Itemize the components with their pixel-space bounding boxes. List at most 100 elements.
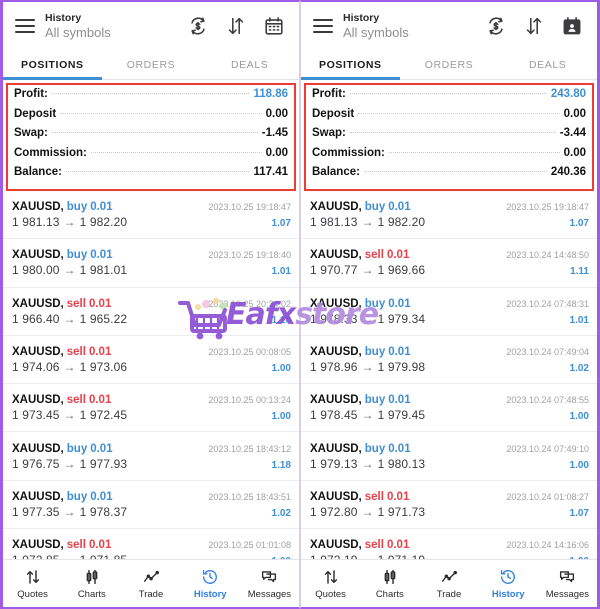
- deal-row[interactable]: XAUUSD,sell0.012023.10.25 01:01:081 972.…: [3, 529, 299, 559]
- header-title-block[interactable]: History All symbols: [343, 12, 485, 41]
- deal-row-bottom: 1 973.45 → 1 972.45 1.00: [12, 408, 291, 422]
- deal-row[interactable]: XAUUSD, sell 0.01 2023.10.25 00:08:05 1 974.…: [3, 335, 299, 385]
- deal-close-price: 1 980.13: [377, 456, 426, 471]
- dual-panel-screenshot: History All symbols POSITIONS ORDERS DEALS Pr…: [0, 0, 600, 609]
- deal-profit: 1.00: [569, 411, 589, 423]
- deal-time: 2023.10.25 19:18:40: [208, 250, 291, 261]
- currency-sync-icon[interactable]: [187, 15, 209, 37]
- deal-row-top: XAUUSD, sell 0.01 2023.10.25 20:34:02: [12, 298, 291, 310]
- deal-row-bottom: 1 977.35 → 1 978.37 1.02: [12, 505, 291, 519]
- summary-row: Deposit 0.00: [312, 108, 586, 128]
- deal-row[interactable]: XAUUSD,sell0.012023.10.24 14:16:061 972.…: [301, 529, 597, 559]
- messages-chat-icon: [558, 568, 576, 586]
- deal-time: 2023.10.25 18:43:12: [208, 443, 291, 454]
- nav-item-messages[interactable]: Messages: [538, 568, 597, 600]
- deal-volume: 0.01: [388, 442, 411, 455]
- nav-item-trade[interactable]: Trade: [121, 568, 180, 600]
- nav-label: Quotes: [17, 588, 48, 600]
- arrow-right-icon: →: [63, 456, 76, 471]
- deal-row[interactable]: XAUUSD, buy 0.01 2023.10.24 07:49:10 1 979.1…: [301, 432, 597, 481]
- deal-row[interactable]: XAUUSD, buy 0.01 2023.10.24 07:48:31 1 978.3…: [301, 287, 597, 336]
- summary-dot-leader: [388, 151, 560, 153]
- summary-dot-leader: [90, 151, 262, 153]
- summary-dot-leader: [358, 112, 560, 114]
- deal-symbol: XAUUSD,: [310, 346, 362, 358]
- deal-open-price: 1 966.40: [12, 311, 60, 326]
- deal-volume: 0.01: [90, 249, 113, 262]
- deal-row-top: XAUUSD, buy 0.01 2023.10.24 07:49:10: [310, 443, 589, 455]
- summary-row: Profit: 118.86: [14, 88, 288, 108]
- panel-left-account: History All symbols POSITIONS ORDERS DEALS Pr…: [0, 0, 300, 609]
- deal-close-price: 1 979.34: [377, 311, 426, 326]
- sort-arrows-icon[interactable]: [225, 15, 247, 37]
- nav-item-quotes[interactable]: Quotes: [3, 568, 62, 600]
- deal-row[interactable]: XAUUSD, buy 0.01 2023.10.25 18:43:51 1 977.3…: [3, 480, 299, 530]
- nav-item-messages[interactable]: Messages: [240, 568, 299, 600]
- nav-item-charts[interactable]: Charts: [360, 568, 419, 600]
- deal-row-bottom: 1 974.06 → 1 973.06 1.00: [12, 360, 291, 374]
- sort-arrows-icon[interactable]: [523, 15, 545, 37]
- hamburger-menu-icon[interactable]: [313, 19, 333, 33]
- summary-dot-leader: [60, 112, 262, 114]
- deal-row[interactable]: XAUUSD, buy 0.01 2023.10.25 19:18:47 1 981.1…: [301, 190, 597, 240]
- deal-side: buy: [364, 201, 386, 214]
- header-title-block[interactable]: History All symbols: [45, 12, 187, 41]
- deal-time: 2023.10.25 19:18:47: [208, 202, 291, 213]
- deal-prices: 1 977.35 → 1 978.37: [12, 505, 127, 519]
- summary-dot-leader: [349, 132, 556, 134]
- summary-row: Profit: 243.80: [312, 88, 586, 108]
- deal-time: 2023.10.24 07:48:31: [506, 298, 589, 309]
- trade-line-icon: [440, 568, 458, 586]
- deal-row[interactable]: XAUUSD, sell 0.01 2023.10.25 00:13:24 1 973.…: [3, 384, 299, 433]
- tab-orders[interactable]: ORDERS: [102, 50, 201, 79]
- tab-orders[interactable]: ORDERS: [400, 50, 499, 79]
- tab-positions[interactable]: POSITIONS: [301, 50, 400, 80]
- deal-prices: 1 978.96 → 1 979.98: [310, 360, 425, 374]
- nav-item-charts[interactable]: Charts: [62, 568, 121, 600]
- nav-item-history[interactable]: History: [479, 568, 538, 600]
- deal-open-price: 1 976.75: [12, 456, 60, 471]
- deal-side: buy: [66, 249, 88, 262]
- deal-volume: 0.01: [88, 297, 112, 310]
- deal-time: 2023.10.25 19:18:47: [506, 202, 589, 213]
- summary-label: Balance:: [312, 166, 360, 179]
- nav-label: Trade: [138, 588, 164, 600]
- deal-row[interactable]: XAUUSD, sell 0.01 2023.10.25 20:34:02 1 966.…: [3, 287, 299, 336]
- deal-row[interactable]: XAUUSD, buy 0.01 2023.10.24 07:49:04 1 978.9…: [301, 335, 597, 385]
- deal-profit: 1.01: [569, 314, 589, 326]
- nav-item-history[interactable]: History: [181, 568, 240, 600]
- deal-volume: 0.01: [90, 490, 113, 503]
- deal-side: buy: [364, 394, 386, 407]
- deal-row-top: XAUUSD, buy 0.01 2023.10.25 18:43:51: [12, 491, 291, 503]
- deal-row[interactable]: XAUUSD, sell 0.01 2023.10.24 01:08:27 1 972.…: [301, 480, 597, 530]
- deal-row[interactable]: XAUUSD, buy 0.01 2023.10.24 07:48:55 1 978.4…: [301, 384, 597, 433]
- tab-deals[interactable]: DEALS: [200, 50, 299, 79]
- summary-label: Commission:: [312, 146, 385, 159]
- currency-sync-icon[interactable]: [485, 15, 507, 37]
- deal-symbol: XAUUSD,: [310, 201, 362, 214]
- deal-row[interactable]: XAUUSD, buy 0.01 2023.10.25 18:43:12 1 976.7…: [3, 432, 299, 481]
- nav-label: Quotes: [315, 588, 346, 600]
- tab-deals[interactable]: DEALS: [498, 50, 597, 79]
- nav-item-trade[interactable]: Trade: [419, 568, 478, 600]
- deal-open-price: 1 972.80: [310, 504, 358, 519]
- deal-close-price: 1 969.66: [377, 263, 426, 278]
- deal-row[interactable]: XAUUSD, buy 0.01 2023.10.25 19:18:40 1 980.0…: [3, 239, 299, 288]
- deal-row[interactable]: XAUUSD, sell 0.01 2023.10.24 14:48:50 1 970.…: [301, 239, 597, 288]
- hamburger-menu-icon[interactable]: [15, 19, 35, 33]
- calendar-icon[interactable]: [263, 15, 285, 37]
- summary-dot-leader: [65, 171, 250, 173]
- deal-profit: 1.11: [570, 266, 589, 278]
- summary-value: -1.45: [261, 127, 288, 140]
- arrow-right-icon: →: [63, 504, 76, 519]
- summary-dot-leader: [51, 132, 258, 134]
- calendar-filled-icon[interactable]: [561, 15, 583, 37]
- nav-item-quotes[interactable]: Quotes: [301, 568, 360, 600]
- tab-positions[interactable]: POSITIONS: [3, 50, 102, 80]
- deal-row[interactable]: XAUUSD, buy 0.01 2023.10.25 19:18:47 1 981.1…: [3, 190, 299, 240]
- nav-label: Charts: [77, 588, 106, 600]
- deal-time: 2023.10.24 01:08:27: [506, 491, 589, 502]
- deal-symbol: XAUUSD,: [310, 249, 362, 262]
- deal-row-top: XAUUSD, sell 0.01 2023.10.25 01:01:08: [12, 539, 291, 551]
- summary-label: Deposit: [312, 107, 355, 120]
